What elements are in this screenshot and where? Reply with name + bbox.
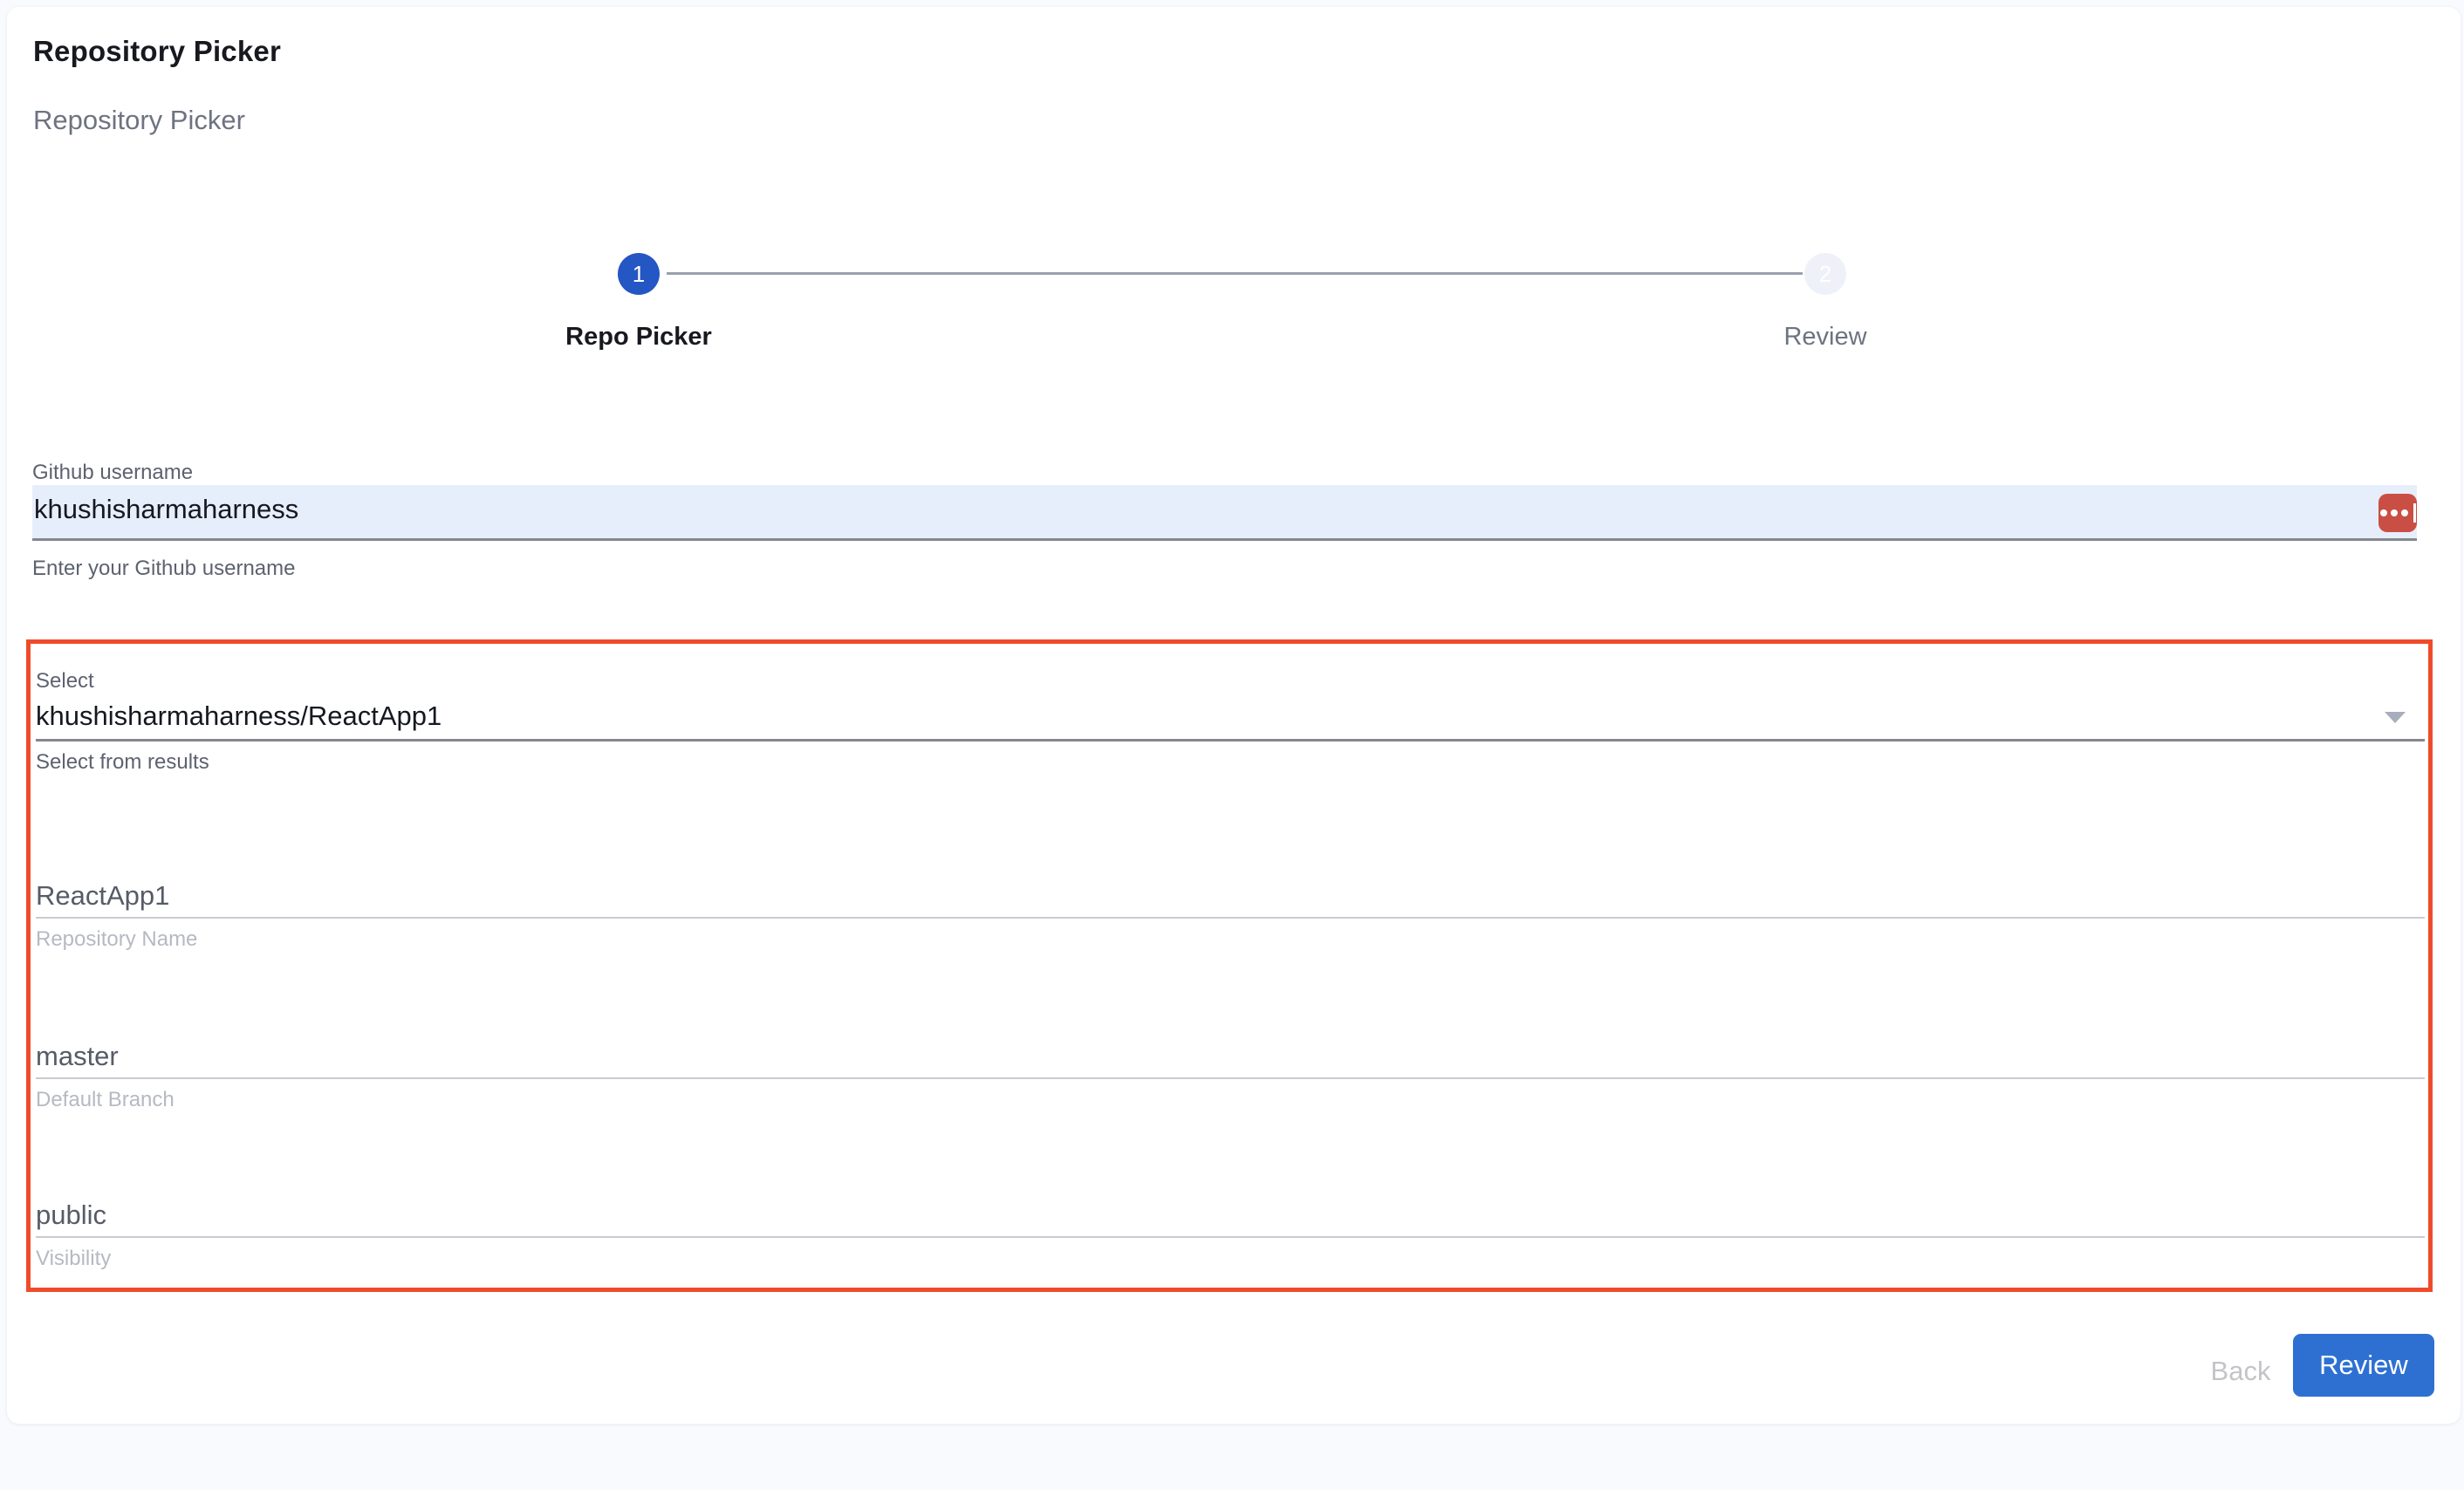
chevron-down-icon[interactable] xyxy=(2385,712,2406,723)
repository-picker-card: Repository Picker Repository Picker 1 2 … xyxy=(7,7,2461,1424)
github-username-field xyxy=(32,485,2417,541)
github-username-label: Github username xyxy=(32,461,193,485)
step-2-number: 2 xyxy=(1819,261,1831,288)
review-button[interactable]: Review xyxy=(2293,1334,2434,1397)
step-2-label: Review xyxy=(1686,323,1965,352)
default-branch-value[interactable]: master xyxy=(36,1035,2425,1079)
step-1-circle[interactable]: 1 xyxy=(618,253,660,295)
step-2-circle[interactable]: 2 xyxy=(1804,253,1846,295)
repo-select-group: Select khushisharmaharness/ReactApp1 Sel… xyxy=(36,668,2425,775)
default-branch-field: master Default Branch xyxy=(36,1035,2425,1112)
page-subtitle: Repository Picker xyxy=(33,105,245,136)
visibility-value[interactable]: public xyxy=(36,1194,2425,1238)
step-1-label: Repo Picker xyxy=(499,323,778,352)
default-branch-helper: Default Branch xyxy=(36,1088,2425,1112)
repo-select-helper: Select from results xyxy=(36,750,2425,775)
repository-name-value[interactable]: ReactApp1 xyxy=(36,875,2425,919)
repo-select-label: Select xyxy=(36,668,2425,694)
back-button[interactable]: Back xyxy=(2193,1350,2289,1392)
repository-name-field: ReactApp1 Repository Name xyxy=(36,875,2425,952)
step-1-number: 1 xyxy=(633,261,645,288)
visibility-field: public Visibility xyxy=(36,1194,2425,1271)
github-username-helper: Enter your Github username xyxy=(32,557,296,581)
visibility-helper: Visibility xyxy=(36,1247,2425,1271)
github-username-input[interactable] xyxy=(32,485,2417,538)
repository-name-helper: Repository Name xyxy=(36,927,2425,952)
repo-select-dropdown[interactable]: khushisharmaharness/ReactApp1 xyxy=(36,694,2425,742)
repo-select-value: khushisharmaharness/ReactApp1 xyxy=(36,694,2425,738)
highlighted-results-section: Select khushisharmaharness/ReactApp1 Sel… xyxy=(26,639,2433,1292)
stepper-connector-line xyxy=(667,272,1803,275)
lastpass-autofill-icon[interactable] xyxy=(2378,494,2417,532)
page-title: Repository Picker xyxy=(33,35,281,68)
